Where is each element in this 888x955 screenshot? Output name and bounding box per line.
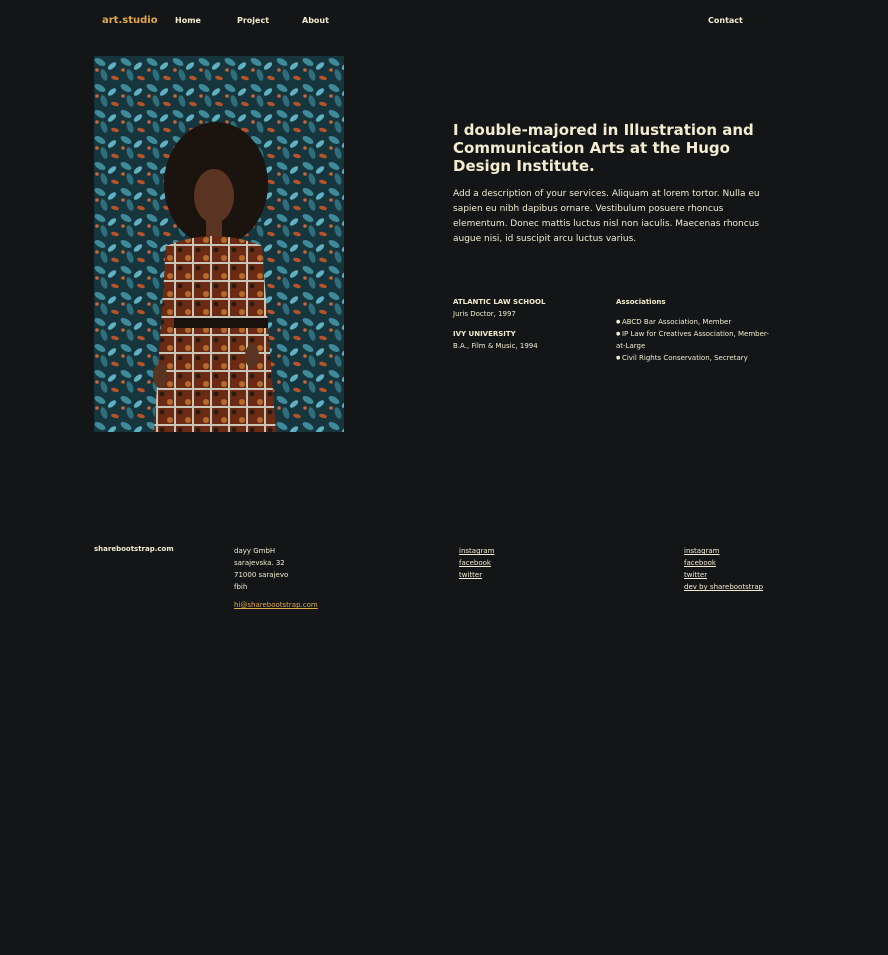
twitter-link[interactable]: twitter: [459, 571, 482, 579]
education-school: IVY UNIVERSITY: [453, 330, 516, 338]
address-line: sarajevska. 32: [234, 559, 285, 567]
footer-social-links: instagram facebook twitter: [459, 545, 495, 581]
portrait-image: [94, 56, 344, 432]
address-line: 71000 sarajevo: [234, 571, 289, 579]
association-item: Civil Rights Conservation, Secretary: [616, 352, 776, 364]
education-item: ATLANTIC LAW SCHOOL Juris Doctor, 1997: [453, 296, 603, 320]
association-item: IP Law for Creatives Association, Member…: [616, 328, 776, 352]
associations-list: ABCD Bar Association, Member IP Law for …: [616, 316, 776, 364]
dev-credit-link[interactable]: dev by sharebootstrap: [684, 583, 763, 591]
facebook-link[interactable]: facebook: [684, 559, 716, 567]
education-degree: Juris Doctor, 1997: [453, 310, 516, 318]
brand-logo[interactable]: art.studio: [102, 15, 158, 26]
footer-social-links-secondary: instagram facebook twitter dev by shareb…: [684, 545, 763, 593]
education-item: IVY UNIVERSITY B.A., Film & Music, 1994: [453, 328, 603, 352]
address-line: fbih: [234, 583, 248, 591]
nav-contact-link[interactable]: Contact: [708, 16, 743, 25]
twitter-link[interactable]: twitter: [684, 571, 707, 579]
nav-about-link[interactable]: About: [302, 16, 329, 25]
education-school: ATLANTIC LAW SCHOOL: [453, 298, 546, 306]
footer-email-link[interactable]: hi@sharebootstrap.com: [234, 601, 318, 609]
education-degree: B.A., Film & Music, 1994: [453, 342, 538, 350]
association-item: ABCD Bar Association, Member: [616, 316, 776, 328]
about-description: Add a description of your services. Aliq…: [453, 189, 760, 244]
footer-address: dayy GmbH sarajevska. 32 71000 sarajevo …: [234, 545, 288, 593]
nav-home-link[interactable]: Home: [175, 16, 201, 25]
nav-project-link[interactable]: Project: [237, 16, 269, 25]
footer-site-name: sharebootstrap.com: [94, 545, 174, 553]
associations-title: Associations: [616, 298, 666, 306]
portrait-illustration: [94, 56, 344, 432]
top-nav: art.studio Home Project About Contact: [0, 0, 888, 42]
about-headline: I double-majored in Illustration and Com…: [453, 121, 754, 175]
facebook-link[interactable]: facebook: [459, 559, 491, 567]
instagram-link[interactable]: instagram: [684, 547, 720, 555]
address-line: dayy GmbH: [234, 547, 276, 555]
instagram-link[interactable]: instagram: [459, 547, 495, 555]
